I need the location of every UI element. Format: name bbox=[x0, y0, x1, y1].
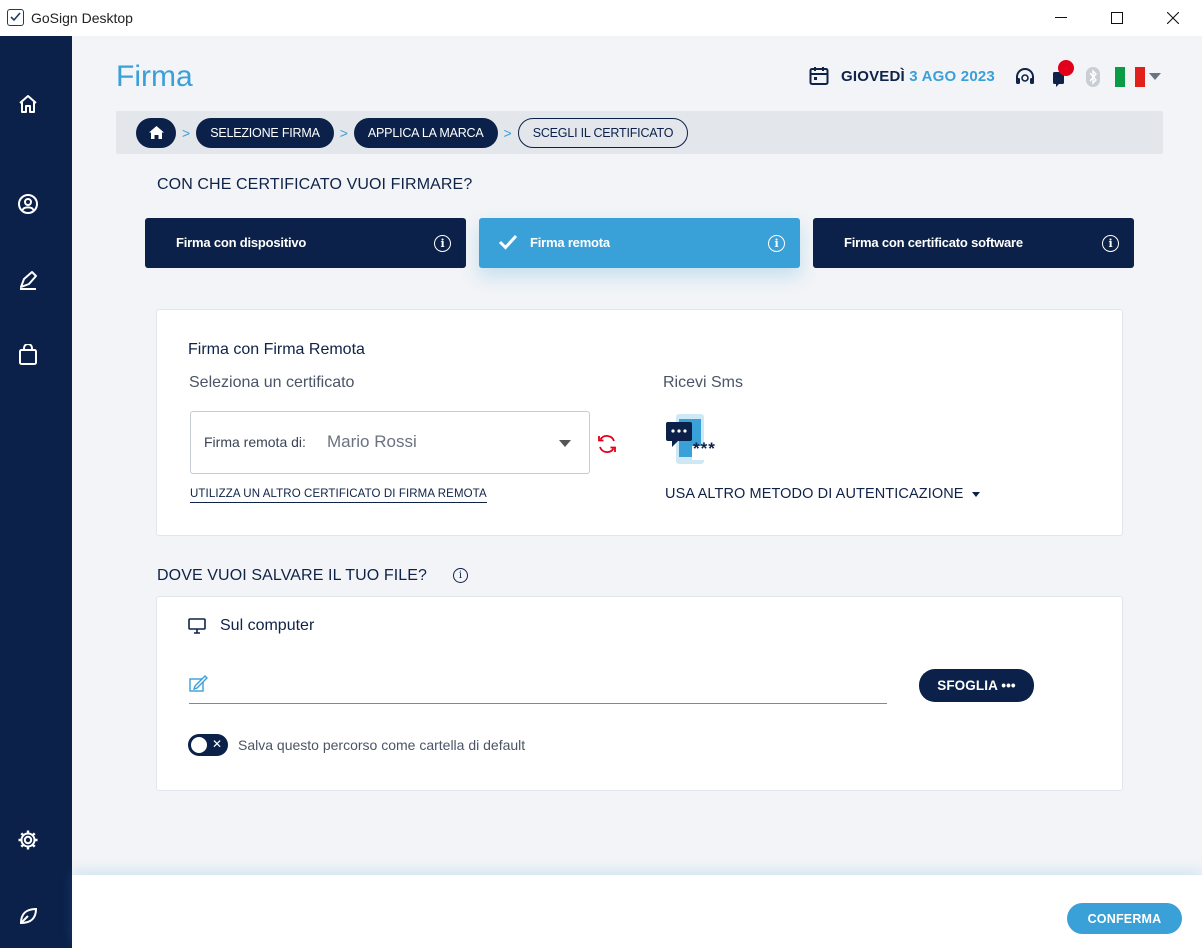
computer-label: Sul computer bbox=[220, 617, 315, 634]
minimize-button[interactable] bbox=[1034, 0, 1088, 36]
option-firma-remota[interactable]: Firma remota i bbox=[479, 218, 800, 268]
window-titlebar: GoSign Desktop bbox=[0, 0, 1202, 36]
footer-bar: CONFERMA bbox=[72, 875, 1202, 948]
breadcrumb-home[interactable] bbox=[136, 117, 176, 148]
refresh-icon[interactable] bbox=[596, 433, 618, 460]
cert-question-heading: CON CHE CERTIFICATO VUOI FIRMARE? bbox=[157, 176, 473, 193]
browse-button[interactable]: SFOGLIA ••• bbox=[919, 669, 1034, 702]
computer-option: Sul computer bbox=[188, 617, 314, 635]
sms-stars: *** bbox=[693, 439, 716, 458]
save-question-heading: DOVE VUOI SALVARE IL TUO FILE? bbox=[157, 567, 428, 584]
main-content: Firma GIOVEDÌ 3 AGO 2023 > SELEZIONE FIR… bbox=[72, 36, 1202, 875]
info-icon[interactable]: i bbox=[453, 568, 468, 583]
maximize-button[interactable] bbox=[1090, 0, 1144, 36]
option-label: Firma con certificato software bbox=[844, 235, 1023, 250]
info-icon[interactable]: i bbox=[434, 235, 451, 252]
bluetooth-icon[interactable] bbox=[1080, 64, 1106, 90]
notifications-icon[interactable] bbox=[1046, 60, 1074, 90]
leaf-icon[interactable] bbox=[16, 904, 40, 928]
support-icon[interactable] bbox=[1012, 64, 1038, 90]
save-path-input[interactable] bbox=[189, 671, 887, 704]
chevron-down-icon bbox=[1149, 73, 1161, 80]
breadcrumb: > SELEZIONE FIRMA > APPLICA LA MARCA > S… bbox=[116, 111, 1163, 154]
home-icon bbox=[148, 126, 164, 139]
top-toolbar bbox=[1012, 60, 1162, 90]
save-location-panel: Sul computer SFOGLIA ••• ✕ Salva questo … bbox=[156, 596, 1123, 791]
chevron-right-icon: > bbox=[182, 124, 191, 141]
checkmark-icon bbox=[498, 234, 518, 250]
window-title: GoSign Desktop bbox=[31, 10, 133, 26]
toggle-knob bbox=[191, 737, 207, 753]
monitor-icon bbox=[188, 618, 206, 634]
date-display: GIOVEDÌ 3 AGO 2023 bbox=[809, 66, 995, 86]
auth-method-dropdown[interactable]: USA ALTRO METODO DI AUTENTICAZIONE bbox=[665, 486, 980, 502]
user-icon[interactable] bbox=[16, 192, 40, 216]
bag-icon[interactable] bbox=[16, 343, 40, 367]
select-label: Firma remota di: bbox=[204, 434, 306, 450]
sms-phone-icon[interactable]: *** bbox=[664, 410, 724, 470]
edit-icon bbox=[189, 675, 208, 692]
sms-label: Ricevi Sms bbox=[663, 374, 744, 391]
remote-signature-panel: Firma con Firma Remota Seleziona un cert… bbox=[156, 309, 1123, 536]
close-window-button[interactable] bbox=[1146, 0, 1200, 36]
info-icon[interactable]: i bbox=[1102, 235, 1119, 252]
option-firma-software[interactable]: Firma con certificato software i bbox=[813, 218, 1134, 268]
default-folder-toggle[interactable]: ✕ bbox=[188, 734, 228, 756]
breadcrumb-scegli-certificato[interactable]: SCEGLI IL CERTIFICATO bbox=[517, 117, 689, 148]
pen-icon[interactable] bbox=[16, 268, 40, 292]
breadcrumb-applica-marca[interactable]: APPLICA LA MARCA bbox=[353, 117, 498, 148]
close-icon: ✕ bbox=[211, 737, 222, 751]
option-firma-dispositivo[interactable]: Firma con dispositivo i bbox=[145, 218, 466, 268]
option-label: Firma con dispositivo bbox=[176, 235, 307, 250]
calendar-icon bbox=[809, 67, 829, 85]
confirm-button[interactable]: CONFERMA bbox=[1067, 903, 1182, 934]
panel-title: Firma con Firma Remota bbox=[188, 341, 365, 358]
caret-down-icon bbox=[971, 491, 980, 497]
home-icon[interactable] bbox=[16, 92, 40, 116]
select-certificate-label: Seleziona un certificato bbox=[189, 374, 355, 391]
default-folder-label: Salva questo percorso come cartella di d… bbox=[238, 737, 526, 753]
date-day: GIOVEDÌ bbox=[841, 67, 905, 85]
alt-certificate-link[interactable]: UTILIZZA UN ALTRO CERTIFICATO DI FIRMA R… bbox=[190, 488, 487, 503]
option-label: Firma remota bbox=[530, 235, 610, 250]
info-icon[interactable]: i bbox=[768, 235, 785, 252]
italy-flag-icon bbox=[1115, 67, 1145, 87]
caret-down-icon bbox=[559, 440, 571, 447]
settings-icon[interactable] bbox=[16, 828, 40, 852]
select-value: Mario Rossi bbox=[327, 432, 417, 451]
breadcrumb-selezione-firma[interactable]: SELEZIONE FIRMA bbox=[196, 117, 334, 148]
sidebar bbox=[0, 36, 72, 948]
chevron-right-icon: > bbox=[503, 124, 512, 141]
language-selector[interactable] bbox=[1114, 64, 1162, 90]
auth-method-label: USA ALTRO METODO DI AUTENTICAZIONE bbox=[665, 486, 964, 502]
notification-badge bbox=[1058, 60, 1074, 76]
date-value: 3 AGO 2023 bbox=[909, 67, 995, 85]
chevron-right-icon: > bbox=[339, 124, 348, 141]
certificate-select[interactable]: Firma remota di: Mario Rossi bbox=[190, 411, 590, 474]
page-title: Firma bbox=[116, 60, 193, 93]
app-logo-icon bbox=[7, 9, 24, 26]
